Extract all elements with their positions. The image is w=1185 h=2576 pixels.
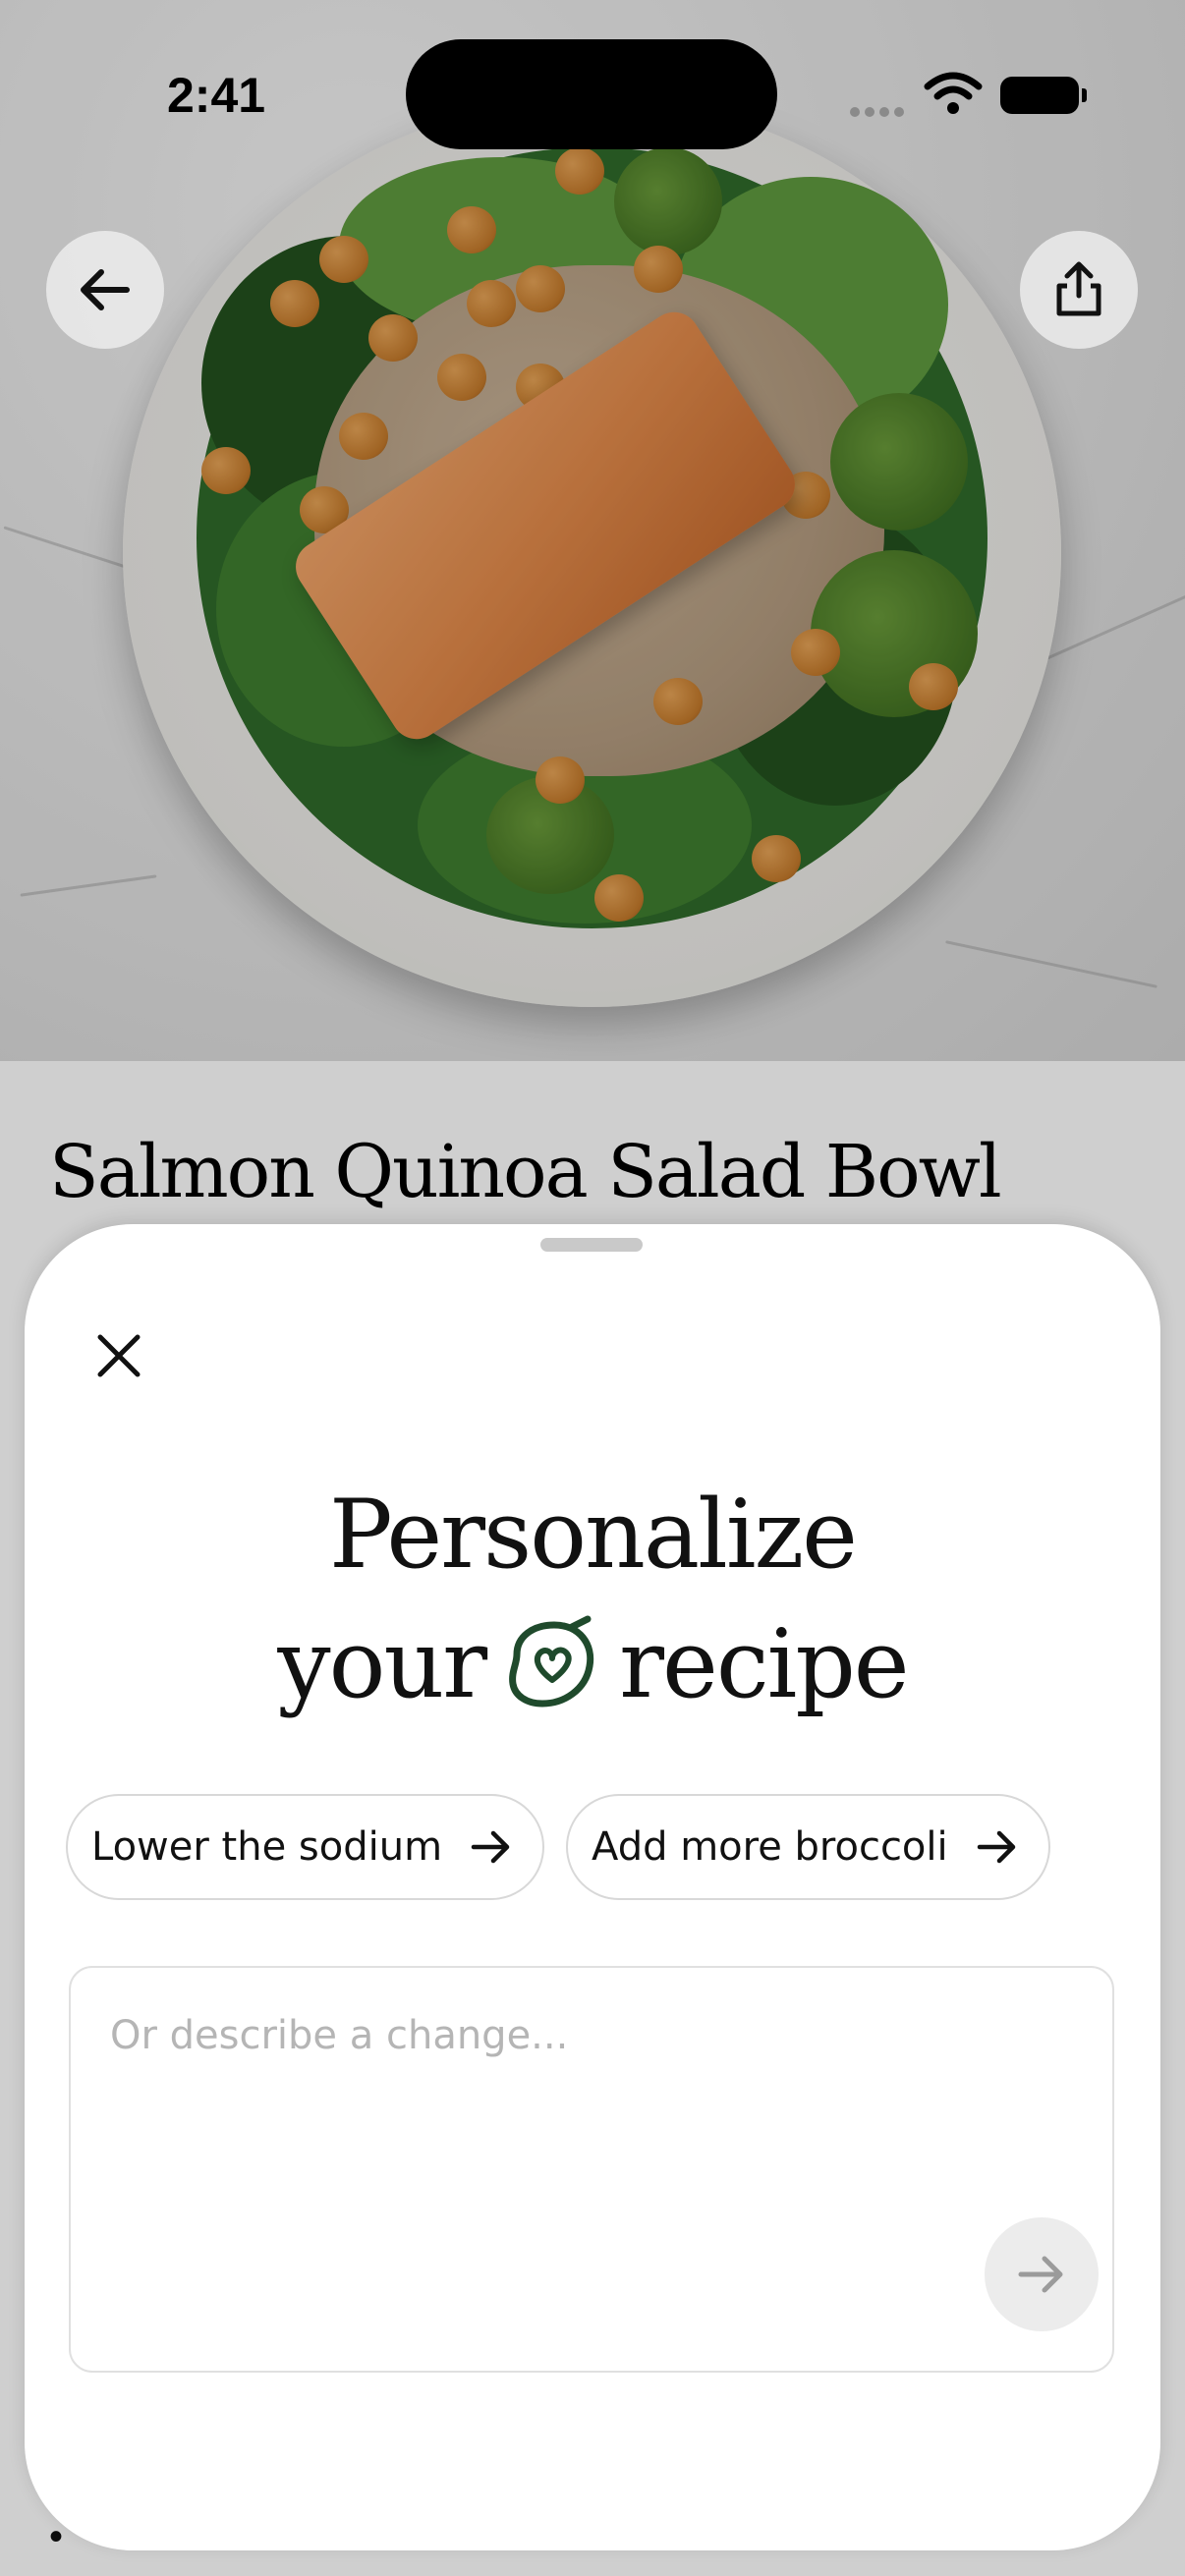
sheet-grabber[interactable]: [540, 1238, 643, 1252]
sheet-heading-line1: Personalize: [329, 1480, 858, 1590]
close-icon: [97, 1334, 141, 1377]
change-description-box: [69, 1966, 1114, 2373]
close-button[interactable]: [84, 1320, 154, 1391]
cellular-signal-icon: [850, 102, 909, 117]
suggestion-chips: Lower the sodium Add more broccoli: [66, 1794, 1050, 1900]
status-bar: 2:41: [0, 0, 1185, 149]
suggestion-chip-lower-sodium[interactable]: Lower the sodium: [66, 1794, 545, 1900]
share-button[interactable]: [1020, 231, 1138, 349]
arrow-right-icon: [1018, 2256, 1063, 2293]
chip-label: Lower the sodium: [91, 1824, 443, 1870]
wifi-icon: [924, 72, 983, 114]
heading-word-recipe: recipe: [619, 1609, 909, 1719]
back-button[interactable]: [46, 231, 164, 349]
personalize-sheet: Personalize your recipe Lower the sodium…: [25, 1224, 1160, 2550]
dynamic-island: [406, 39, 777, 149]
chip-label: Add more broccoli: [592, 1824, 948, 1870]
change-description-input[interactable]: [110, 2013, 994, 2308]
sheet-heading-line2: your recipe: [25, 1609, 1160, 1719]
arrow-right-icon: [977, 1830, 1015, 1864]
status-time: 2:41: [167, 68, 266, 123]
heading-word-your: your: [277, 1609, 487, 1719]
arrow-left-icon: [81, 269, 130, 310]
share-icon: [1056, 261, 1101, 316]
battery-icon: [1000, 77, 1087, 114]
leaf-heart-icon: [503, 1615, 601, 1713]
arrow-right-icon: [471, 1830, 510, 1864]
send-button[interactable]: [985, 2217, 1099, 2331]
suggestion-chip-more-broccoli[interactable]: Add more broccoli: [566, 1794, 1050, 1900]
